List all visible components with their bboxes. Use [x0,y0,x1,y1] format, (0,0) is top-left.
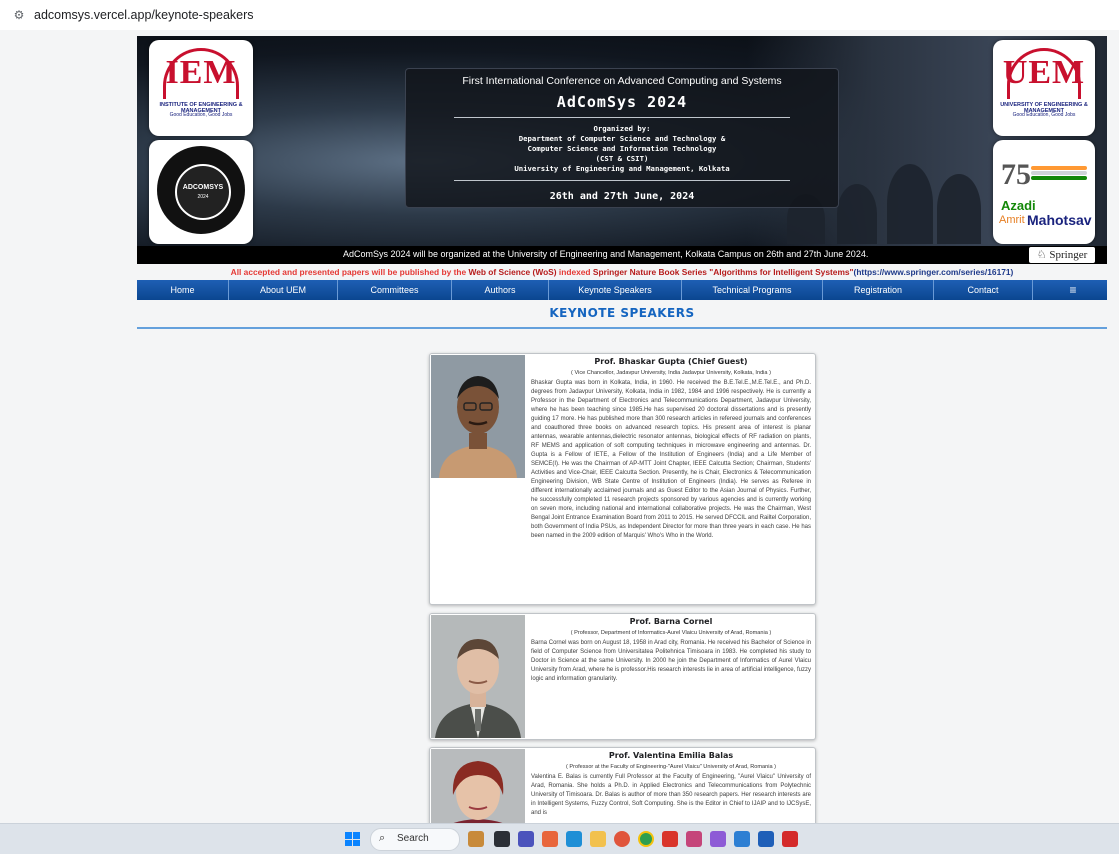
seal-inner-ring [175,164,231,220]
copilot-icon[interactable] [542,831,558,847]
organizer-line: University of Engineering and Management… [514,164,730,173]
conference-title: AdComSys 2024 [556,93,688,111]
notice-book-series: Springer Nature Book Series "Algorithms … [592,267,854,277]
nav-about-uem[interactable]: About UEM [229,280,338,300]
springer-label: Springer [1049,249,1088,261]
speaker-photo [431,615,525,738]
seal-text: ADCOMSYS [182,184,224,191]
springer-logo: ♘ Springer [1029,247,1095,263]
announcement-text: AdComSys 2024 will be organized at the U… [343,249,869,259]
iem-logo: IEM INSTITUTE OF ENGINEERING & MANAGEMEN… [149,40,253,136]
speaker-photo [431,355,525,478]
amrit-word: Amrit [999,214,1025,226]
crowd-silhouette [887,164,933,244]
url-text[interactable]: adcomsys.vercel.app/keynote-speakers [34,8,254,22]
teams-icon[interactable] [518,831,534,847]
publication-notice: All accepted and presented papers will b… [137,267,1107,277]
nav-contact[interactable]: Contact [934,280,1033,300]
acrobat-icon[interactable] [782,831,798,847]
announcement-strip: AdComSys 2024 will be organized at the U… [137,246,1107,264]
uem-logo-letters: UEM [1002,54,1086,91]
web-page: IEM INSTITUTE OF ENGINEERING & MANAGEMEN… [0,30,1119,823]
conference-date: 26th and 27th June, 2024 [549,191,695,202]
nav-committees[interactable]: Committees [338,280,452,300]
speaker-name: Prof. Bhaskar Gupta (Chief Guest) [594,357,748,366]
divider [454,180,790,181]
speaker-affiliation: Vice Chancellor, Jadavpur University, In… [531,370,811,376]
site-settings-icon[interactable]: ⚙ [12,8,26,22]
crowd-silhouette [937,174,981,244]
task-view-icon[interactable] [494,831,510,847]
conference-banner: IEM INSTITUTE OF ENGINEERING & MANAGEMEN… [137,36,1107,264]
mahotsav-word: Mahotsav [1027,212,1092,228]
notice-text: All accepted and presented papers will b… [230,267,469,277]
speaker-name: Prof. Valentina Emilia Balas [608,751,734,760]
uem-logo: UEM UNIVERSITY OF ENGINEERING & MANAGEME… [993,40,1095,136]
firefox-icon[interactable] [614,831,630,847]
uem-logo-tagline: Good Education, Good Jobs [1012,112,1076,118]
speaker-card: Prof. Barna Cornel Professor, Department… [429,613,816,740]
nav-registration[interactable]: Registration [823,280,934,300]
organizer-line: Department of Computer Science and Techn… [518,134,726,143]
iem-logo-tagline: Good Education, Good Jobs [169,112,233,118]
chrome-icon[interactable] [638,831,654,847]
speaker-name: Prof. Barna Cornel [629,617,713,626]
organizer-line: Computer Science and Information Technol… [527,144,717,153]
search-label: Search [397,833,429,844]
app-icon-red[interactable] [662,831,678,847]
file-explorer-icon[interactable] [590,831,606,847]
azadi-word: Azadi [1001,198,1036,213]
app-icon-pink[interactable] [686,831,702,847]
speaker-details: Prof. Bhaskar Gupta (Chief Guest) Vice C… [531,357,811,541]
notice-series-link[interactable]: (https://www.springer.com/series/16171) [854,267,1014,277]
windows-start-icon[interactable] [345,832,360,846]
speaker-details: Prof. Valentina Emilia Balas Professor a… [531,751,811,818]
notice-text: indexed [556,267,593,277]
app-icon-purple[interactable] [710,831,726,847]
app-icon-blue[interactable] [734,831,750,847]
main-navigation: Home About UEM Committees Authors Keynot… [137,280,1107,300]
speaker-bio: Bhaskar Gupta was born in Kolkata, India… [531,380,811,539]
organizer-block: Organized by: Department of Computer Sci… [406,124,838,174]
taskbar-search[interactable]: ⌕ Search [370,828,460,851]
nav-technical-programs[interactable]: Technical Programs [682,280,823,300]
crowd-silhouette [837,184,877,244]
azadi-ka-amrit-mahotsav-logo: 75 Azadi Amrit Mahotsav [993,140,1095,244]
title-underline [137,327,1107,329]
conference-subtitle: First International Conference on Advanc… [462,75,782,87]
flag-icon [1031,166,1087,180]
speaker-card: Prof. Bhaskar Gupta (Chief Guest) Vice C… [429,353,816,605]
conference-seal-logo: ADCOMSYS 2024 [149,140,253,244]
nav-authors[interactable]: Authors [452,280,549,300]
menu-icon[interactable]: ≡ [1033,280,1113,300]
speaker-card: Prof. Valentina Emilia Balas Professor a… [429,747,816,823]
speaker-affiliation: Professor, Department of Informatics-Aur… [531,630,811,636]
conference-info-panel: First International Conference on Advanc… [405,68,839,208]
nav-keynote-speakers[interactable]: Keynote Speakers [549,280,682,300]
speaker-photo [431,749,525,823]
widgets-icon[interactable] [468,831,484,847]
edge-icon[interactable] [566,831,582,847]
address-bar[interactable]: ⚙ adcomsys.vercel.app/keynote-speakers [0,0,1119,31]
organized-by-label: Organized by: [593,124,651,133]
speaker-bio: Barna Cornel was born on August 18, 1958… [531,640,811,682]
notice-wos: Web of Science (WoS) [468,267,557,277]
page-title: KEYNOTE SPEAKERS [549,306,695,320]
organizer-line: (CST & CSIT) [595,154,649,163]
azadi-number: 75 [1001,158,1031,191]
search-icon: ⌕ [379,832,386,844]
iem-logo-letters: IEM [165,54,237,91]
outlook-icon[interactable] [758,831,774,847]
divider [454,117,790,118]
speaker-details: Prof. Barna Cornel Professor, Department… [531,617,811,684]
speaker-bio: Valentina E. Balas is currently Full Pro… [531,774,811,816]
nav-home[interactable]: Home [137,280,229,300]
speaker-affiliation: Professor at the Faculty of Engineering-… [531,764,811,770]
seal-year: 2024 [197,194,209,200]
windows-taskbar: ⌕ Search [0,823,1119,854]
